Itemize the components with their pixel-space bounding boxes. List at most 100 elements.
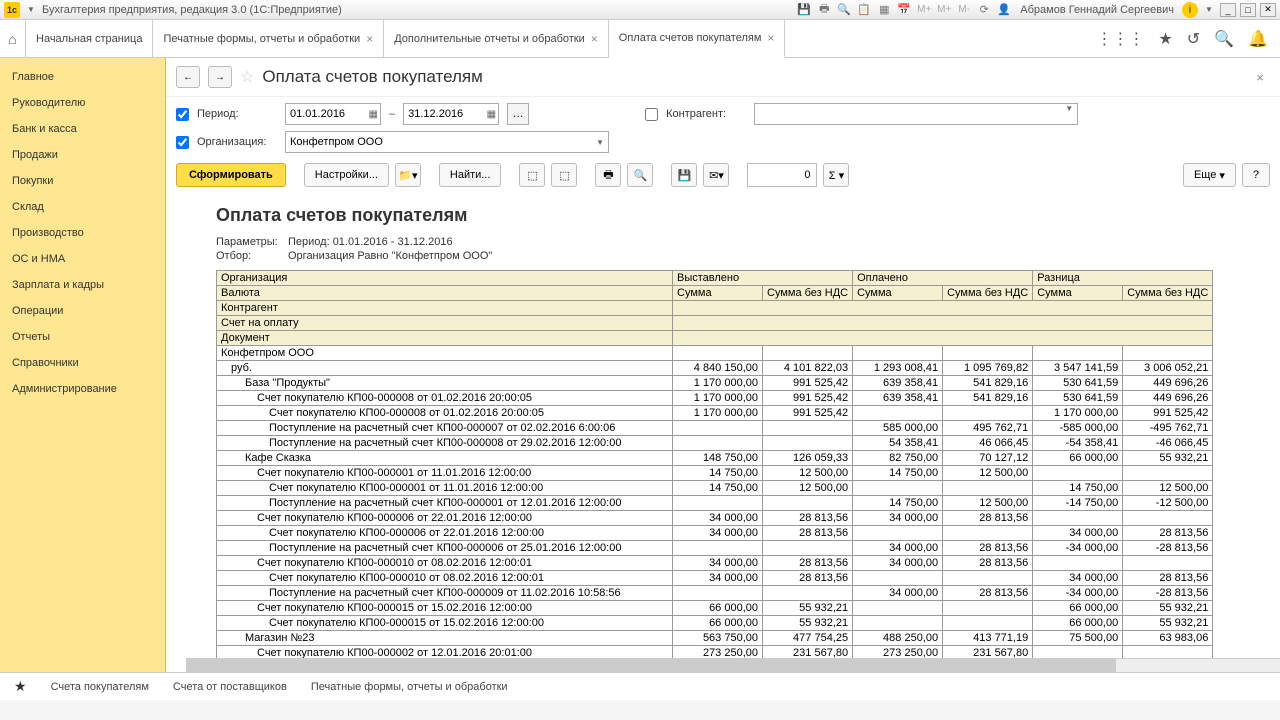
table-row[interactable]: Конфетпром ООО xyxy=(217,346,1213,361)
chevron-down-icon[interactable]: ▼ xyxy=(1065,104,1073,113)
table-row[interactable]: Поступление на расчетный счет КП00-00000… xyxy=(217,496,1213,511)
org-input[interactable]: Конфетпром ООО▼ xyxy=(285,131,609,153)
info-icon[interactable]: i xyxy=(1182,2,1198,18)
sidebar-item[interactable]: Операции xyxy=(0,298,165,324)
close-icon[interactable]: × xyxy=(366,32,373,46)
home-icon[interactable]: ⌂ xyxy=(0,20,26,57)
tab-2[interactable]: Дополнительные отчеты и обработки× xyxy=(384,20,609,57)
h-scrollbar[interactable] xyxy=(186,658,1280,672)
save-file-button[interactable]: 💾 xyxy=(671,163,697,187)
app-menu-icon[interactable]: ▼ xyxy=(24,3,38,17)
date-from-input[interactable]: 01.01.2016▦ xyxy=(285,103,381,125)
close-button[interactable]: ✕ xyxy=(1260,3,1276,17)
org-checkbox[interactable] xyxy=(176,136,189,149)
minimize-button[interactable]: _ xyxy=(1220,3,1236,17)
apps-icon[interactable]: ⋮⋮⋮ xyxy=(1096,29,1144,49)
close-icon[interactable]: × xyxy=(767,31,774,45)
refresh-icon[interactable]: ⟳ xyxy=(976,2,992,18)
sidebar-item[interactable]: Справочники xyxy=(0,350,165,376)
copy-icon[interactable]: 📋 xyxy=(856,2,872,18)
contractor-checkbox[interactable] xyxy=(645,108,658,121)
settings-button[interactable]: Настройки... xyxy=(304,163,389,187)
status-link[interactable]: Счета от поставщиков xyxy=(173,681,287,693)
sidebar-item[interactable]: Руководителю xyxy=(0,90,165,116)
close-page-button[interactable]: × xyxy=(1256,70,1270,85)
calendar-icon[interactable]: 📅 xyxy=(896,2,912,18)
forward-button[interactable]: → xyxy=(208,66,232,88)
sidebar-item[interactable]: Покупки xyxy=(0,168,165,194)
info-dd-icon[interactable]: ▼ xyxy=(1202,3,1216,17)
sidebar-item[interactable]: Склад xyxy=(0,194,165,220)
period-more-button[interactable]: … xyxy=(507,103,529,125)
m-plus-icon[interactable]: M+ xyxy=(916,2,932,18)
m-plus2-icon[interactable]: M+ xyxy=(936,2,952,18)
contractor-input[interactable]: ▼ xyxy=(754,103,1078,125)
table-row[interactable]: Магазин №23563 750,00477 754,25488 250,0… xyxy=(217,631,1213,646)
date-to-input[interactable]: 31.12.2016▦ xyxy=(403,103,499,125)
preview-button[interactable]: 🔍 xyxy=(627,163,653,187)
table-row[interactable]: База "Продукты"1 170 000,00991 525,42639… xyxy=(217,376,1213,391)
print-preview-icon[interactable]: 🔍 xyxy=(836,2,852,18)
table-row[interactable]: Счет покупателю КП00-000001 от 11.01.201… xyxy=(217,466,1213,481)
maximize-button[interactable]: □ xyxy=(1240,3,1256,17)
table-row[interactable]: Счет покупателю КП00-000010 от 08.02.201… xyxy=(217,571,1213,586)
star-icon[interactable]: ★ xyxy=(14,678,27,695)
search-icon[interactable]: 🔍 xyxy=(1214,29,1234,49)
email-button[interactable]: ✉▾ xyxy=(703,163,729,187)
back-button[interactable]: ← xyxy=(176,66,200,88)
calc-icon[interactable]: ▦ xyxy=(876,2,892,18)
table-row[interactable]: Счет покупателю КП00-000015 от 15.02.201… xyxy=(217,601,1213,616)
status-link[interactable]: Счета покупателям xyxy=(51,681,149,693)
expand-icon[interactable]: ⬚ xyxy=(519,163,545,187)
table-row[interactable]: Кафе Сказка148 750,00126 059,3382 750,00… xyxy=(217,451,1213,466)
sidebar-item[interactable]: Производство xyxy=(0,220,165,246)
bell-icon[interactable]: 🔔 xyxy=(1248,29,1268,49)
period-checkbox[interactable] xyxy=(176,108,189,121)
find-button[interactable]: Найти... xyxy=(439,163,502,187)
star-icon[interactable]: ★ xyxy=(1158,29,1172,49)
close-icon[interactable]: × xyxy=(591,32,598,46)
print-button[interactable]: 🖶 xyxy=(595,163,621,187)
table-row[interactable]: Счет покупателю КП00-000008 от 01.02.201… xyxy=(217,391,1213,406)
table-row[interactable]: Счет покупателю КП00-000002 от 12.01.201… xyxy=(217,646,1213,659)
table-row[interactable]: Поступление на расчетный счет КП00-00000… xyxy=(217,421,1213,436)
table-row[interactable]: Счет покупателю КП00-000015 от 15.02.201… xyxy=(217,616,1213,631)
generate-button[interactable]: Сформировать xyxy=(176,163,286,187)
chevron-down-icon[interactable]: ▼ xyxy=(596,138,604,147)
table-row[interactable]: руб.4 840 150,004 101 822,031 293 008,41… xyxy=(217,361,1213,376)
table-row[interactable]: Поступление на расчетный счет КП00-00000… xyxy=(217,436,1213,451)
tab-1[interactable]: Печатные формы, отчеты и обработки× xyxy=(153,20,384,57)
print-icon[interactable]: 🖶 xyxy=(816,2,832,18)
save-icon[interactable]: 💾 xyxy=(796,2,812,18)
more-button[interactable]: Еще ▾ xyxy=(1183,163,1236,187)
statusbar: ★ Счета покупателям Счета от поставщиков… xyxy=(0,672,1280,700)
table-row[interactable]: Счет покупателю КП00-000001 от 11.01.201… xyxy=(217,481,1213,496)
tab-3[interactable]: Оплата счетов покупателям× xyxy=(609,20,786,58)
table-row[interactable]: Поступление на расчетный счет КП00-00000… xyxy=(217,541,1213,556)
help-button[interactable]: ? xyxy=(1242,163,1270,187)
collapse-icon[interactable]: ⬚ xyxy=(551,163,577,187)
history-icon[interactable]: ↺ xyxy=(1187,29,1200,49)
sidebar-item[interactable]: Отчеты xyxy=(0,324,165,350)
sum-button[interactable]: Σ ▾ xyxy=(823,163,849,187)
sidebar-item[interactable]: Главное xyxy=(0,64,165,90)
sidebar-item[interactable]: Продажи xyxy=(0,142,165,168)
sidebar-item[interactable]: ОС и НМА xyxy=(0,246,165,272)
table-row[interactable]: Счет покупателю КП00-000006 от 22.01.201… xyxy=(217,526,1213,541)
tab-home[interactable]: Начальная страница xyxy=(26,20,153,57)
table-row[interactable]: Счет покупателю КП00-000006 от 22.01.201… xyxy=(217,511,1213,526)
table-row[interactable]: Счет покупателю КП00-000008 от 01.02.201… xyxy=(217,406,1213,421)
table-row[interactable]: Счет покупателю КП00-000010 от 08.02.201… xyxy=(217,556,1213,571)
calendar-icon[interactable]: ▦ xyxy=(369,109,378,120)
calendar-icon[interactable]: ▦ xyxy=(487,109,496,120)
sidebar-item[interactable]: Зарплата и кадры xyxy=(0,272,165,298)
settings-dd-button[interactable]: 📁▾ xyxy=(395,163,421,187)
favorite-icon[interactable]: ☆ xyxy=(240,67,254,87)
m-minus-icon[interactable]: M- xyxy=(956,2,972,18)
sidebar-item[interactable]: Банк и касса xyxy=(0,116,165,142)
user-icon[interactable]: 👤 xyxy=(996,2,1012,18)
table-row[interactable]: Поступление на расчетный счет КП00-00000… xyxy=(217,586,1213,601)
sidebar-item[interactable]: Администрирование xyxy=(0,376,165,402)
page-number-input[interactable] xyxy=(747,163,817,187)
status-link[interactable]: Печатные формы, отчеты и обработки xyxy=(311,681,508,693)
